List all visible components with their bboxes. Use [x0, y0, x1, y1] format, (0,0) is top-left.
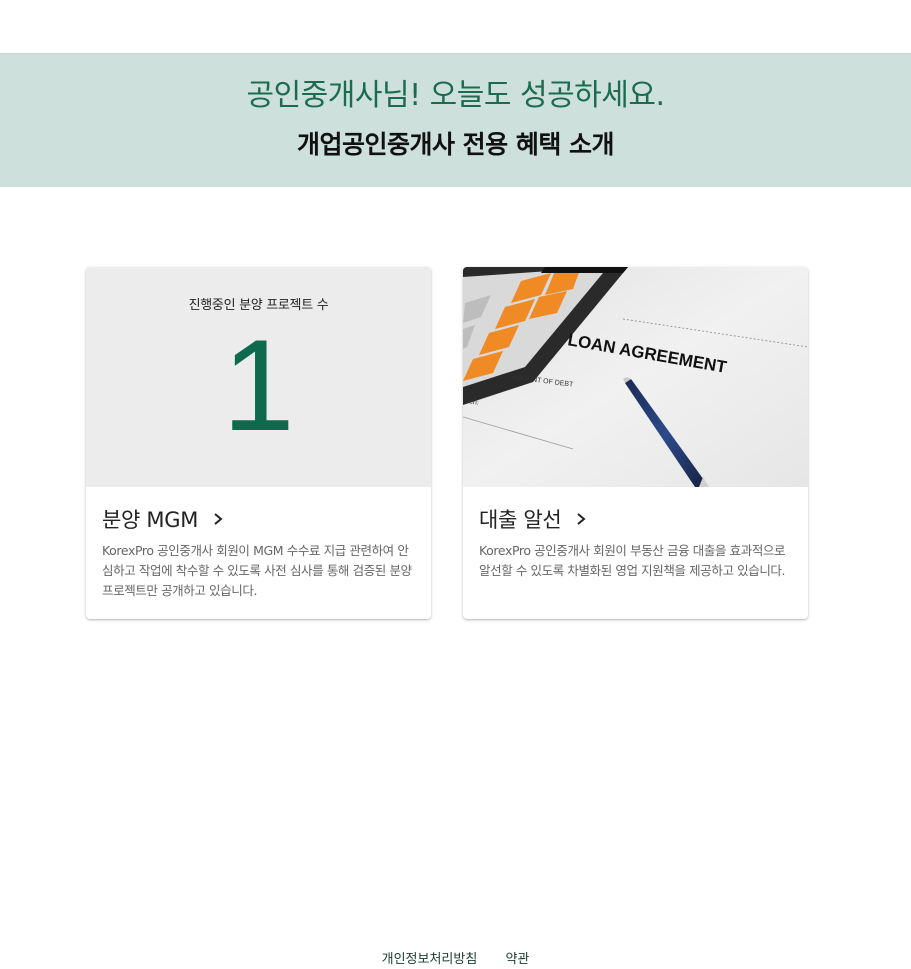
- card-description: KorexPro 공인중개사 회원이 MGM 수수료 지급 관련하여 안심하고 …: [102, 543, 412, 598]
- presale-mgm-link[interactable]: 분양 MGM: [102, 503, 224, 535]
- project-count-panel: 진행중인 분양 프로젝트 수 1: [86, 267, 431, 487]
- terms-link[interactable]: 약관: [505, 952, 529, 967]
- banner-greeting: 공인중개사님! 오늘도 성공하세요.: [246, 78, 665, 113]
- banner-subtitle: 개업공인중개사 전용 혜택 소개: [296, 130, 615, 159]
- project-count-value: 1: [222, 312, 295, 458]
- card-title: 분양 MGM: [102, 508, 199, 532]
- card-loan-brokerage[interactable]: AMOUNT OF DEBT een: LOAN AGREEMENT 대출 알선…: [463, 267, 808, 619]
- page: 공인중개사님! 오늘도 성공하세요. 개업공인중개사 전용 혜택 소개 진행중인…: [0, 0, 911, 969]
- loan-brokerage-link[interactable]: 대출 알선: [479, 503, 587, 535]
- chevron-right-icon: [577, 513, 587, 525]
- loan-agreement-image: AMOUNT OF DEBT een: LOAN AGREEMENT: [463, 267, 808, 487]
- project-count-label: 진행중인 분양 프로젝트 수: [188, 298, 329, 313]
- card-title: 대출 알선: [479, 508, 562, 532]
- footer: 개인정보처리방침 약관: [0, 948, 911, 967]
- card-description: KorexPro 공인중개사 회원이 부동산 금융 대출을 효과적으로 알선할 …: [479, 543, 786, 578]
- hero-banner: 공인중개사님! 오늘도 성공하세요. 개업공인중개사 전용 혜택 소개: [0, 53, 911, 187]
- privacy-policy-link[interactable]: 개인정보처리방침: [382, 952, 478, 967]
- loan-agreement-photo: AMOUNT OF DEBT een: LOAN AGREEMENT: [463, 267, 808, 487]
- chevron-right-icon: [214, 513, 223, 525]
- card-presale-mgm[interactable]: 진행중인 분양 프로젝트 수 1 분양 MGM KorexPro 공인중개사 회…: [86, 267, 431, 619]
